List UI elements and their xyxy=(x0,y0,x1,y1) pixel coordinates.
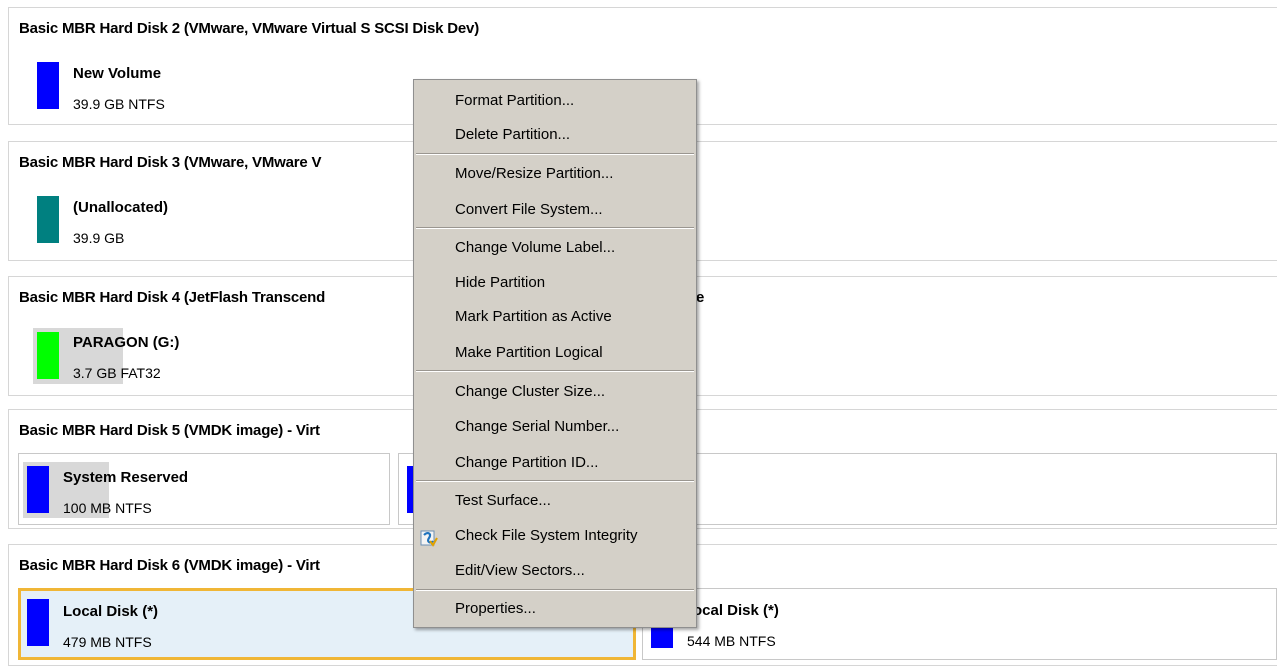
menu-separator xyxy=(416,480,694,482)
menu-separator xyxy=(416,153,694,155)
partition-name: Local Disk (*) xyxy=(63,603,159,620)
partition-color-bar xyxy=(27,599,49,646)
menu-move-resize-partition[interactable]: Move/Resize Partition... xyxy=(414,158,696,190)
partition-info: 39.9 GB xyxy=(73,230,125,246)
disk-title: Basic MBR Hard Disk 5 (VMDK image) - Vir… xyxy=(19,422,320,439)
menu-properties[interactable]: Properties... xyxy=(414,593,696,625)
disk-title: Basic MBR Hard Disk 6 (VMDK image) - Vir… xyxy=(19,557,320,574)
check-file-system-icon xyxy=(420,527,438,547)
menu-format-partition[interactable]: Format Partition... xyxy=(414,85,696,117)
menu-change-serial-number[interactable]: Change Serial Number... xyxy=(414,411,696,443)
menu-delete-partition[interactable]: Delete Partition... xyxy=(414,119,696,151)
menu-mark-partition-active[interactable]: Mark Partition as Active xyxy=(414,301,696,333)
partition-name: System Reserved xyxy=(63,469,189,486)
partition-info: 544 MB NTFS xyxy=(687,633,776,649)
partition-info: 100 MB NTFS xyxy=(63,500,152,516)
partition-color-bar xyxy=(37,196,59,243)
partition-name: PARAGON (G:) xyxy=(73,334,180,351)
partition-info: 39.9 GB NTFS xyxy=(73,96,165,112)
menu-separator xyxy=(416,370,694,372)
partition-local-disk-2[interactable]: ocal Disk (*) 544 MB NTFS xyxy=(642,588,1277,660)
partition-color-bar xyxy=(27,466,49,513)
partition-info: 3.7 GB FAT32 xyxy=(73,365,161,381)
partition-info: 479 MB NTFS xyxy=(63,634,152,650)
disk-title-text: Basic MBR Hard Disk 4 (JetFlash Transcen… xyxy=(19,289,326,306)
menu-change-partition-id[interactable]: Change Partition ID... xyxy=(414,447,696,479)
menu-change-cluster-size[interactable]: Change Cluster Size... xyxy=(414,376,696,408)
partition-color-bar xyxy=(37,62,59,109)
menu-check-file-system-integrity[interactable]: Check File System Integrity xyxy=(414,520,696,552)
partition-context-menu: Format Partition... Delete Partition... … xyxy=(413,79,697,628)
partition-system-reserved[interactable]: System Reserved 100 MB NTFS xyxy=(18,453,390,525)
partition-name: ocal Disk (*) xyxy=(693,602,779,619)
disk-title: Basic MBR Hard Disk 3 (VMware, VMware V xyxy=(19,154,322,171)
partition-color-bar xyxy=(37,332,59,379)
menu-test-surface[interactable]: Test Surface... xyxy=(414,485,696,517)
menu-separator xyxy=(416,589,694,591)
menu-convert-file-system[interactable]: Convert File System... xyxy=(414,194,696,226)
disk-title-tail: e xyxy=(696,289,705,306)
menu-item-label: Check File System Integrity xyxy=(455,527,638,544)
partition-name: (Unallocated) xyxy=(73,199,169,216)
menu-edit-view-sectors[interactable]: Edit/View Sectors... xyxy=(414,555,696,587)
disk-title: Basic MBR Hard Disk 4 (JetFlash Transcen… xyxy=(19,289,325,306)
menu-hide-partition[interactable]: Hide Partition xyxy=(414,267,696,299)
menu-make-partition-logical[interactable]: Make Partition Logical xyxy=(414,337,696,369)
menu-separator xyxy=(416,227,694,229)
disk-title: Basic MBR Hard Disk 2 (VMware, VMware Vi… xyxy=(19,20,479,37)
menu-change-volume-label[interactable]: Change Volume Label... xyxy=(414,232,696,264)
partition-name: New Volume xyxy=(73,65,162,82)
